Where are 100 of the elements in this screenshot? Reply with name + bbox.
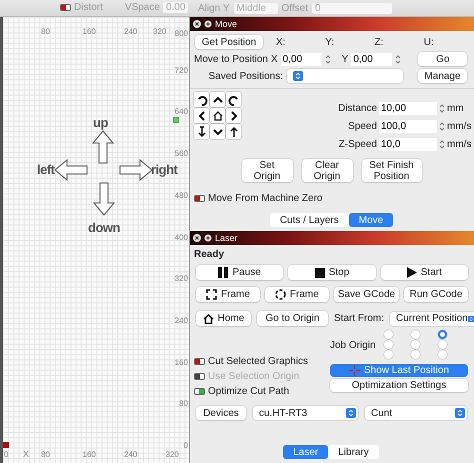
close-icon[interactable] [193, 234, 201, 242]
ruler-label: 320 [153, 27, 166, 36]
panel-tab[interactable]: Cuts / Layers [270, 213, 349, 227]
ruler-label: 160 [82, 450, 96, 459]
dropdown-icon [455, 408, 465, 418]
shape-text[interactable]: left [37, 162, 54, 177]
radio-button[interactable] [410, 330, 420, 339]
field-label: Distance [338, 103, 377, 114]
dropdown-icon [346, 408, 356, 418]
radio-button[interactable] [384, 350, 393, 359]
unit-label: mm [447, 103, 465, 114]
field-label: Job Origin [330, 340, 376, 350]
field-label: Speed [348, 121, 377, 132]
number-field[interactable]: 10,00 [379, 102, 437, 115]
radio-button[interactable] [438, 350, 447, 359]
design-canvas[interactable]: 80 160 240 320 800 720 640 560 480 400 320 240 160 80 0 0 X 80 160 240 320 up left right down [0, 17, 190, 463]
laser-button[interactable]: Start [380, 265, 468, 280]
gear-icon[interactable] [204, 234, 212, 242]
radio-button[interactable] [410, 350, 420, 359]
jog-rotate-right-button[interactable] [226, 92, 241, 107]
origin-button[interactable]: Set Finish Position [362, 159, 422, 182]
jog-chevron-up-button[interactable] [210, 92, 225, 107]
laser-button[interactable]: Frame [264, 287, 329, 302]
stepper-icon[interactable] [439, 139, 445, 150]
laser-button[interactable]: Run GCode [404, 287, 468, 302]
gear-icon[interactable] [204, 20, 212, 28]
laser-button[interactable]: Stop [288, 265, 376, 280]
toggle-label: Cut Selected Graphics [208, 356, 308, 367]
axis-label: X [23, 449, 30, 459]
jog-home-button[interactable] [210, 108, 225, 123]
jog-arrow-down-button[interactable] [194, 124, 209, 139]
laser-position-marker [173, 117, 179, 123]
home-button[interactable]: Home [196, 311, 251, 326]
jog-chevron-right-button[interactable] [226, 108, 241, 123]
laser-button[interactable]: Save GCode [334, 287, 400, 302]
toggle-switch[interactable] [194, 388, 205, 395]
manage-button[interactable]: Manage [418, 69, 467, 83]
number-field[interactable]: 10,0 [379, 138, 437, 151]
panel-tab[interactable]: Laser [283, 445, 328, 459]
panel-title: Move [215, 19, 238, 29]
optimization-settings-button[interactable]: Optimization Settings [330, 379, 468, 392]
laser-button[interactable]: Pause [196, 265, 284, 280]
field-label: Move to Position [194, 54, 268, 64]
play-icon [406, 267, 417, 278]
shape-text[interactable]: up [93, 115, 108, 130]
radio-button[interactable] [384, 340, 393, 349]
radio-button[interactable] [438, 330, 447, 339]
laser-button[interactable]: Frame [196, 287, 260, 302]
radio-button[interactable] [438, 340, 447, 349]
jog-chevron-left-button[interactable] [194, 108, 209, 123]
jog-arrow-up-button[interactable] [226, 124, 241, 139]
toggle-label: Distort [74, 2, 103, 13]
get-position-button[interactable]: Get Position [195, 35, 263, 49]
field-label: Saved Positions: [208, 70, 283, 82]
jog-chevron-down-button[interactable] [210, 124, 225, 139]
origin-button[interactable]: Clear Origin [302, 159, 352, 182]
coordinate-field[interactable]: 0,00 [351, 52, 392, 66]
devices-button[interactable]: Devices [196, 406, 246, 420]
close-icon[interactable] [193, 20, 201, 28]
radio-button[interactable] [384, 330, 393, 339]
axis-label: X: [276, 36, 286, 48]
device-select[interactable]: Cunt [365, 406, 467, 420]
go-button[interactable]: Go [418, 52, 468, 66]
toggle-switch[interactable] [194, 195, 205, 202]
go-to-origin-button[interactable]: Go to Origin [257, 311, 328, 326]
jog-rotate-left-button[interactable] [194, 92, 209, 107]
port-select[interactable]: cu.HT-RT3 [253, 406, 358, 420]
ruler-label: 80 [179, 399, 188, 408]
ruler-label: 160 [82, 27, 96, 36]
ruler-label: 560 [174, 149, 188, 158]
origin-marker [3, 442, 9, 448]
toggle-switch[interactable] [194, 358, 205, 365]
show-last-position-button[interactable]: Show Last Position [330, 364, 468, 377]
dropdown-icon [293, 71, 303, 81]
coordinate-field[interactable]: 0,00 [280, 52, 322, 66]
unit-label: mm/s [447, 139, 469, 150]
ruler-label: 80 [41, 450, 50, 459]
number-field[interactable]: 100,0 [379, 120, 437, 133]
toggle-label: Use Selection Origin [208, 371, 300, 382]
stepper-icon[interactable] [439, 103, 445, 114]
origin-button[interactable]: Set Origin [242, 159, 292, 182]
rotate-right-icon [228, 94, 240, 106]
stepper-icon[interactable] [324, 54, 331, 64]
ruler-label: 240 [174, 316, 188, 325]
radio-button[interactable] [410, 340, 420, 349]
stepper-icon[interactable] [395, 54, 402, 64]
panel-tab[interactable]: Move [348, 213, 394, 227]
axis-label: Z: [374, 36, 384, 48]
crosshair-icon [348, 365, 360, 376]
toggle-switch[interactable] [60, 4, 71, 11]
ruler-label: 720 [174, 66, 188, 75]
saved-positions-select[interactable] [287, 69, 403, 83]
shape-text[interactable]: down [88, 220, 120, 235]
stepper-icon[interactable] [439, 121, 445, 132]
arrow-down-icon [196, 126, 208, 138]
shape-text[interactable]: right [151, 162, 178, 177]
ruler-label: 0 [4, 450, 8, 459]
ruler-label: 80 [41, 27, 50, 36]
start-from-select[interactable]: Current Position [390, 312, 474, 326]
panel-tab[interactable]: Library [328, 445, 379, 459]
